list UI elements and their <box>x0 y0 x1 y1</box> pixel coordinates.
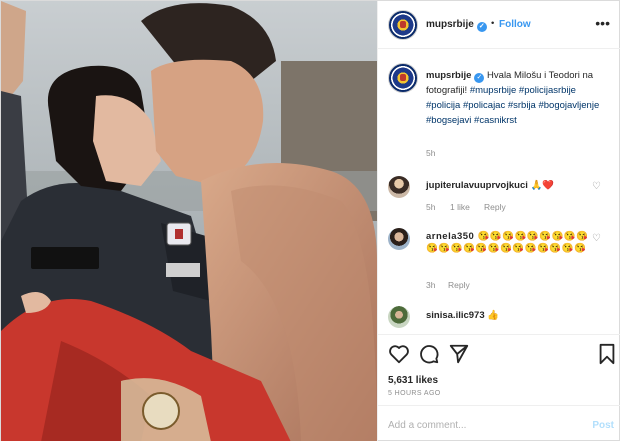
profile-avatar[interactable] <box>388 10 418 40</box>
comment-input[interactable]: Add a comment... <box>388 420 466 431</box>
comment-body: 👍 <box>484 310 500 321</box>
post-photo[interactable] <box>1 1 377 441</box>
like-comment-icon[interactable]: ♡ <box>592 182 602 192</box>
commenter-avatar[interactable] <box>388 306 410 328</box>
share-icon[interactable] <box>448 343 470 365</box>
like-comment-icon[interactable]: ♡ <box>592 234 602 244</box>
comment-reply[interactable]: Reply <box>484 202 506 212</box>
caption-verified-icon: ✓ <box>474 73 485 83</box>
redaction-bar <box>31 247 99 269</box>
caption-username[interactable]: mupsrbije <box>426 70 471 81</box>
verified-badge-icon: ✓ <box>476 22 487 32</box>
comments-section: mupsrbije ✓ Hvala Milošu i Teodori na fot… <box>378 50 620 334</box>
instagram-post: mupsrbije ✓ • Follow ••• mupsrbije ✓ Hvala… <box>0 0 620 441</box>
caption-age: 5h <box>426 148 436 158</box>
caption-avatar[interactable] <box>388 63 418 93</box>
post-comment-button[interactable]: Post <box>592 420 614 431</box>
add-comment-bar: Add a comment... Post <box>378 405 620 441</box>
post-caption: mupsrbije ✓ Hvala Milošu i Teodori na fot… <box>426 68 608 128</box>
photo-illustration <box>1 1 377 441</box>
post-actions: 5,631 likes 5 HOURS AGO Add a comment...… <box>378 334 620 441</box>
comment-username[interactable]: jupiterulavuuprvojkuci <box>426 180 528 191</box>
comment-likes[interactable]: 1 like <box>450 202 470 212</box>
comment-bubble-icon[interactable] <box>418 343 440 365</box>
comment-reply[interactable]: Reply <box>448 280 470 290</box>
comment-age: 5h <box>426 202 436 212</box>
header-separator: • <box>491 18 495 29</box>
likes-count[interactable]: 5,631 likes <box>388 375 438 386</box>
more-options-icon[interactable]: ••• <box>595 15 610 31</box>
comment-username[interactable]: sinisa.ilic973 <box>426 310 485 321</box>
header-username-text[interactable]: mupsrbije <box>426 19 474 30</box>
commenter-avatar[interactable] <box>388 176 410 198</box>
comment-age: 3h <box>426 280 436 290</box>
comment-text: arnela350 😘😘😘😘😘😘😘😘😘😘😘😘😘😘😘😘😘😘😘😘😘😘 <box>426 231 594 255</box>
comment-text: jupiterulavuuprvojkuci 🙏❤️ <box>426 180 594 192</box>
like-heart-icon[interactable] <box>388 343 410 365</box>
post-header: mupsrbije ✓ • Follow ••• <box>378 1 620 49</box>
follow-button[interactable]: Follow <box>499 19 531 30</box>
comment-username[interactable]: arnela350 <box>426 231 474 242</box>
header-username[interactable]: mupsrbije ✓ <box>426 19 487 32</box>
post-timestamp: 5 HOURS AGO <box>388 390 441 397</box>
bookmark-icon[interactable] <box>596 343 618 365</box>
commenter-avatar[interactable] <box>388 228 410 250</box>
comment-body: 🙏❤️ <box>527 180 555 191</box>
post-sidebar: mupsrbije ✓ • Follow ••• mupsrbije ✓ Hvala… <box>377 1 620 441</box>
comment-text: sinisa.ilic973 👍 <box>426 310 594 322</box>
